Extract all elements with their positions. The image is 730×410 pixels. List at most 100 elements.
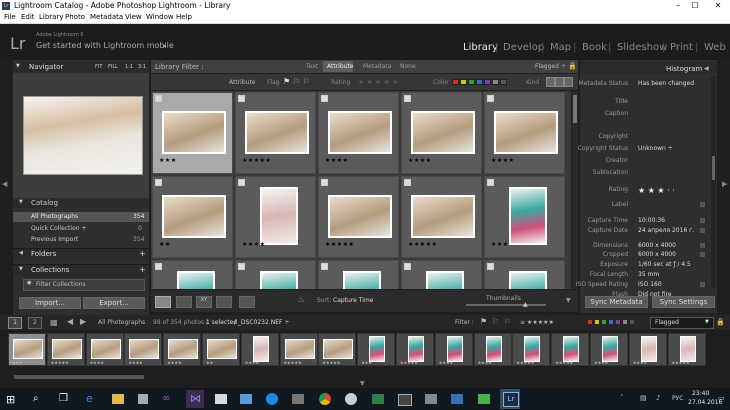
window-page-2[interactable]: 2	[28, 317, 42, 329]
people-view-icon[interactable]	[239, 296, 255, 308]
filmstrip-thumbnail[interactable]: ★★★★★	[46, 333, 85, 366]
grid-cell[interactable]: ★★★	[152, 92, 233, 174]
filmstrip-color-green[interactable]	[602, 320, 606, 324]
kind-master-icon[interactable]	[546, 77, 555, 87]
filmstrip-thumbnail[interactable]: ★★★★	[163, 333, 202, 366]
menu-library[interactable]: Library	[39, 13, 63, 21]
grid-cell[interactable]: ★★★★★	[401, 176, 482, 258]
filmstrip-scrollbar-thumb[interactable]	[14, 375, 144, 379]
language-indicator[interactable]: РУС	[672, 395, 683, 402]
navigator-collapse-icon[interactable]: ▼	[16, 63, 20, 69]
photo-thumbnail[interactable]	[411, 111, 475, 154]
photo-thumbnail[interactable]	[509, 271, 547, 289]
photo-thumbnail[interactable]	[509, 187, 547, 245]
mobile-prompt[interactable]: Get started with Lightroom mobile	[36, 41, 174, 50]
thumbnail-size-slider[interactable]	[466, 304, 546, 306]
star-rating[interactable]: ★★	[159, 241, 171, 248]
loupe-view-icon[interactable]	[176, 296, 192, 308]
thumbnail-size-slider-thumb[interactable]: ▲	[523, 301, 528, 308]
grid-cell[interactable]: ★★	[152, 176, 233, 258]
module-print[interactable]: Print	[670, 42, 693, 53]
mobile-prompt-arrow-icon[interactable]: ▸	[163, 42, 167, 50]
right-panel-toggle-icon[interactable]: ▶	[722, 180, 727, 188]
grid-scrollbar-thumb[interactable]	[573, 95, 577, 123]
filmstrip-thumbnail[interactable]: ★★★★★	[667, 333, 706, 366]
metadata-value[interactable]: ★ ★ ★ · ·	[638, 186, 675, 195]
link-icon[interactable]: ∞	[162, 393, 170, 404]
grid-cell[interactable]	[235, 260, 316, 289]
quick-collection-marker-icon[interactable]	[404, 263, 411, 270]
filmstrip-thumbnail[interactable]: ★★★★	[473, 333, 512, 366]
grid-cell[interactable]	[318, 260, 399, 289]
grid-cell[interactable]	[401, 260, 482, 289]
folders-expand-icon[interactable]: ◀	[19, 250, 23, 256]
unflagged-icon[interactable]: ⚐	[293, 77, 300, 86]
photo-thumbnail[interactable]	[260, 271, 298, 289]
metadata-action-icon[interactable]	[700, 228, 705, 233]
quick-collection-marker-icon[interactable]	[321, 263, 328, 270]
volume-icon[interactable]: ♪	[656, 394, 660, 402]
star-rating[interactable]: ★★★★★	[242, 157, 271, 164]
metadata-value[interactable]: 1/60 sec at ƒ / 4.5	[638, 261, 691, 268]
metadata-action-icon[interactable]	[700, 252, 705, 257]
filter-tab-metadata[interactable]: Metadata	[363, 63, 391, 70]
bottom-panel-toggle-icon[interactable]: ▼	[360, 380, 365, 387]
quick-collection-marker-icon[interactable]	[404, 95, 411, 102]
photo-thumbnail[interactable]	[494, 111, 558, 154]
metadata-action-icon[interactable]	[700, 202, 705, 207]
star-rating[interactable]: ★★★★	[242, 241, 266, 248]
collections-header[interactable]: ▼ Collections +	[13, 264, 149, 276]
window-page-1[interactable]: 1	[8, 317, 22, 329]
filmstrip-thumbnail[interactable]: ★★★★	[85, 333, 124, 366]
metadata-scrollbar-thumb[interactable]	[712, 156, 715, 180]
filter-tab-text[interactable]: Text	[306, 63, 318, 70]
zoom-3-1[interactable]: 3:1	[138, 64, 146, 70]
filmstrip-star-filter[interactable]: ≥ ★★★★★	[520, 319, 554, 326]
filmstrip-thumbnail[interactable]: ★★★★	[240, 333, 279, 366]
photo-thumbnail[interactable]	[245, 111, 309, 154]
grid-view-icon[interactable]	[155, 296, 171, 308]
grid-cell[interactable]: ★★★★★	[235, 92, 316, 174]
filmstrip-source[interactable]: All Photographs	[98, 319, 145, 326]
histogram-collapse-icon[interactable]: ◀	[704, 65, 709, 72]
grid-cell[interactable]: ★★★★	[235, 176, 316, 258]
filmstrip-preset-select[interactable]: Flagged ▼	[650, 317, 714, 329]
navigator-preview-image[interactable]	[23, 96, 143, 175]
metadata-scrollbar[interactable]	[711, 76, 716, 288]
navigator-header[interactable]: ▼ Navigator FIT FILL 1:1 3:1	[13, 62, 149, 72]
module-map[interactable]: Map	[550, 42, 571, 53]
photo-thumbnail[interactable]	[328, 111, 392, 154]
quick-collection-marker-icon[interactable]	[487, 95, 494, 102]
grid-cell[interactable]	[484, 260, 565, 289]
quick-collection-marker-icon[interactable]	[487, 179, 494, 186]
window-icon[interactable]	[425, 394, 437, 404]
filter-preset-select[interactable]: Flagged ÷	[535, 63, 566, 70]
grid-cell[interactable]	[152, 260, 233, 289]
filmstrip-thumbnail[interactable]: ★★	[202, 333, 240, 366]
filter-collections-input[interactable]: ● Filter Collections	[23, 279, 145, 291]
star-rating[interactable]: ★★★	[491, 241, 509, 248]
star-rating[interactable]: ★★★	[159, 157, 177, 164]
menu-window[interactable]: Window	[146, 13, 174, 21]
sound-icon[interactable]	[345, 393, 357, 405]
filmstrip-thumbnail[interactable]: ★★★★★	[318, 333, 357, 366]
filmstrip-thumbnail[interactable]: ★★★★	[628, 333, 667, 366]
module-develop[interactable]: Develop	[503, 42, 544, 53]
module-web[interactable]: Web	[704, 42, 726, 53]
catalog-header[interactable]: ▼ Catalog	[13, 199, 149, 208]
grid-cell[interactable]: ★★★	[484, 176, 565, 258]
grid-scrollbar[interactable]	[572, 91, 578, 289]
filmstrip-thumbnail[interactable]: ★★★★	[124, 333, 163, 366]
color-filter-custom[interactable]	[492, 79, 499, 85]
back-arrow-icon[interactable]: ◀	[67, 317, 73, 326]
filter-reject-icon[interactable]: ⚐	[504, 317, 511, 326]
metadata-action-icon[interactable]	[700, 243, 705, 248]
quick-collection-marker-icon[interactable]	[487, 263, 494, 270]
module-slideshow[interactable]: Slideshow	[617, 42, 667, 53]
menu-help[interactable]: Help	[176, 13, 192, 21]
compare-view-icon[interactable]: XY	[196, 296, 212, 308]
module-library[interactable]: Library	[463, 42, 498, 53]
zoom-fit[interactable]: FIT	[95, 64, 102, 70]
filmstrip-filename[interactable]: / _DSC0232.NEF ÷	[234, 319, 289, 326]
skype-icon[interactable]	[266, 393, 278, 405]
